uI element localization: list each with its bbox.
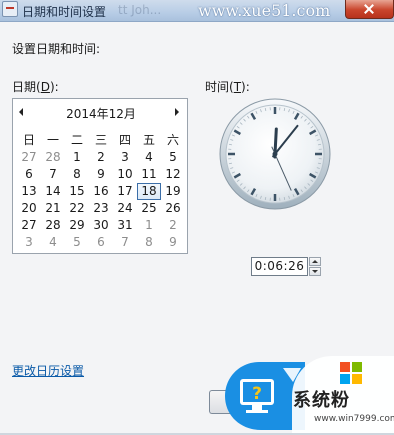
calendar-day[interactable]: 17 [113, 183, 137, 200]
time-decrement-button[interactable] [309, 267, 321, 276]
calendar-week-row: 20 21 22 23 24 25 26 [17, 200, 185, 217]
calendar-day[interactable]: 7 [41, 166, 65, 183]
change-calendar-settings-link[interactable]: 更改日历设置 [12, 362, 84, 379]
calendar-day[interactable]: 27 [17, 149, 41, 166]
calendar-day[interactable]: 21 [41, 200, 65, 217]
calendar-day[interactable]: 4 [137, 149, 161, 166]
time-increment-button[interactable] [309, 257, 321, 266]
calendar-day[interactable]: 31 [113, 217, 137, 234]
calendar-week-row: 27 28 29 30 31 1 2 [17, 217, 185, 234]
page-heading: 设置日期和时间: [12, 42, 101, 56]
weekday-header: 六 [166, 133, 179, 147]
weekday-header: 四 [118, 133, 131, 147]
site-logo-text: 系统粉 [293, 390, 350, 411]
site-logo-url: www.win7999.com [314, 414, 394, 424]
calendar-day[interactable]: 28 [41, 217, 65, 234]
calendar-day[interactable]: 29 [65, 217, 89, 234]
calendar-day[interactable]: 9 [161, 234, 185, 251]
calendar-day[interactable]: 1 [65, 149, 89, 166]
calendar-day[interactable]: 22 [65, 200, 89, 217]
calendar-grid: 日 一 二 三 四 五 六 27 28 1 2 3 4 5 6 7 8 9 10 11 12 13 14 15 1… [17, 132, 185, 251]
calendar-day[interactable]: 20 [17, 200, 41, 217]
calendar-day[interactable]: 2 [161, 217, 185, 234]
calendar-day[interactable]: 26 [161, 200, 185, 217]
weekday-header-row: 日 一 二 三 四 五 六 [17, 132, 185, 149]
calendar-day[interactable]: 13 [17, 183, 41, 200]
clock-center-pin [272, 151, 278, 157]
calendar-day[interactable]: 8 [137, 234, 161, 251]
date-label: 日期(D): [12, 80, 59, 94]
title-bar: 日期和时间设置 tt Joh... www.xue51.com [0, 0, 394, 22]
calendar-day[interactable]: 28 [41, 149, 65, 166]
previous-month-arrow-icon[interactable] [19, 108, 23, 116]
calendar-day[interactable]: 3 [17, 234, 41, 251]
calendar-day[interactable]: 7 [113, 234, 137, 251]
time-input[interactable]: 0:06:26 [251, 257, 308, 276]
calendar-day[interactable]: 2 [89, 149, 113, 166]
calendar-week-row: 13 14 15 16 17 18 19 [17, 183, 185, 200]
calendar-day[interactable]: 9 [89, 166, 113, 183]
calendar-day[interactable]: 18 [137, 183, 161, 200]
calendar-day[interactable]: 5 [161, 149, 185, 166]
calendar-day[interactable]: 14 [41, 183, 65, 200]
calendar-day[interactable]: 10 [113, 166, 137, 183]
calendar-day[interactable]: 15 [65, 183, 89, 200]
calendar-day[interactable]: 12 [161, 166, 185, 183]
analog-clock [219, 98, 331, 210]
windows-logo-icon [340, 362, 362, 384]
calendar-day[interactable]: 8 [65, 166, 89, 183]
calendar-day[interactable]: 24 [113, 200, 137, 217]
weekday-header: 一 [46, 133, 59, 147]
window-title: 日期和时间设置 [22, 5, 107, 19]
calendar-month-title[interactable]: 2014年12月 [43, 105, 159, 122]
svg-text:?: ? [252, 384, 262, 404]
calendar-day[interactable]: 30 [89, 217, 113, 234]
time-input-value[interactable]: 0:06:26 [252, 259, 307, 273]
calendar-day[interactable]: 4 [41, 234, 65, 251]
calendar[interactable]: 2014年12月 日 一 二 三 四 五 六 27 28 1 2 3 4 5 6 7 8 9 10 11… [12, 98, 188, 254]
calendar-day[interactable]: 25 [137, 200, 161, 217]
date-time-icon [2, 1, 18, 17]
weekday-header: 二 [70, 133, 83, 147]
calendar-week-row: 6 7 8 9 10 11 12 [17, 166, 185, 183]
calendar-day[interactable]: 19 [161, 183, 185, 200]
calendar-day[interactable]: 23 [89, 200, 113, 217]
site-logo: 系统粉 www.win7999.com [292, 356, 394, 435]
weekday-header: 日 [22, 133, 35, 147]
time-label: 时间(T): [205, 80, 250, 94]
calendar-day[interactable]: 6 [17, 166, 41, 183]
calendar-day[interactable]: 11 [137, 166, 161, 183]
close-button[interactable] [345, 0, 394, 19]
watermark: www.xue51.com [198, 1, 331, 20]
calendar-day[interactable]: 16 [89, 183, 113, 200]
calendar-day[interactable]: 6 [89, 234, 113, 251]
background-window-title: tt Joh... [118, 3, 162, 17]
weekday-header: 三 [94, 133, 107, 147]
calendar-week-row: 27 28 1 2 3 4 5 [17, 149, 185, 166]
calendar-day[interactable]: 3 [113, 149, 137, 166]
calendar-day[interactable]: 1 [137, 217, 161, 234]
weekday-header: 五 [142, 133, 155, 147]
calendar-week-row: 3456789 [17, 234, 185, 251]
calendar-day[interactable]: 5 [65, 234, 89, 251]
next-month-arrow-icon[interactable] [175, 108, 179, 116]
calendar-day[interactable]: 27 [17, 217, 41, 234]
